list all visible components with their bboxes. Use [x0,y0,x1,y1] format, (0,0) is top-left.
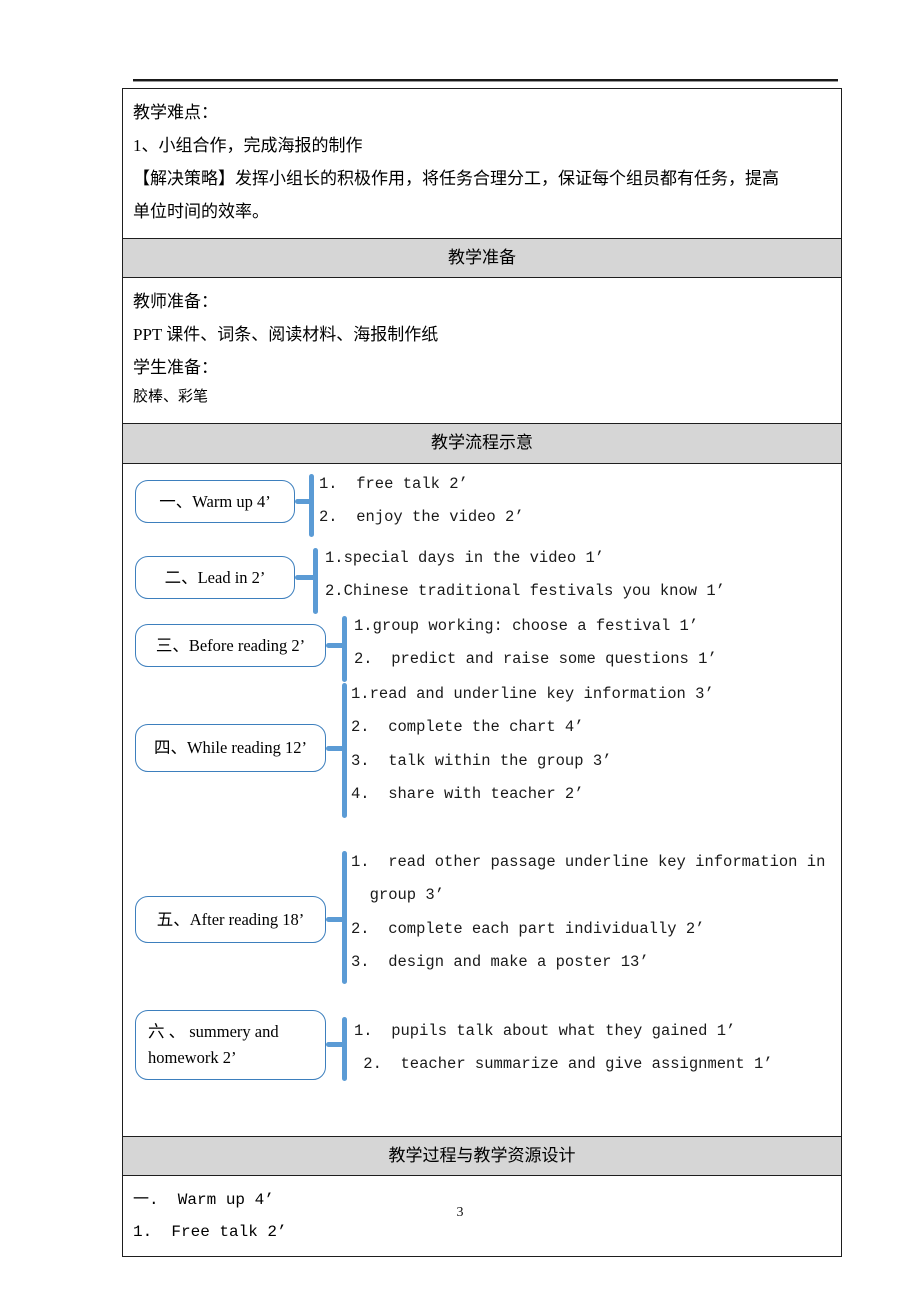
flow-box-before-reading-label: 三、Before reading 2’ [155,635,306,655]
flow-box-before-reading[interactable]: 三、Before reading 2’ [135,623,326,667]
prep-body-cell: 教师准备： PPT 课件、词条、阅读材料、海报制作纸 学生准备： 胶棒、彩笔 [122,277,842,425]
flow-box-while-reading-label: 四、While reading 12’ [153,738,308,758]
page-number: 3 [456,1205,464,1220]
flow-box-while-reading[interactable]: 四、While reading 12’ [135,723,326,772]
table-row-flow-header: 教学流程示意 [122,423,842,464]
flow-item-2-1: 1.special days in the video 1’ [325,548,605,567]
table-row-process-header: 教学过程与教学资源设计 [122,1135,842,1177]
flow-item-5-1-cont: group 3’ [351,885,445,904]
flow-section-title: 教学流程示意 [123,424,841,463]
flow-item-3-2: 2. predict and raise some questions 1’ [354,649,717,668]
flow-item-1-1: 1. free talk 2’ [319,474,468,493]
student-prep-items: 胶棒、彩笔 [133,389,209,406]
flow-item-4-3: 3. talk within the group 3’ [351,751,612,770]
flow-box-summery-homework[interactable]: 六 、 summery and homework 2’ [135,1009,326,1080]
difficulty-title: 教学难点： [133,103,218,122]
difficulty-cell: 教学难点： 1、小组合作，完成海报的制作 【解决策略】发挥小组长的积极作用，将任… [122,88,842,239]
flow-box-summery-label-line1: 六 、 summery and [148,1021,279,1041]
flow-box-summery-label-line2: homework 2’ [148,1048,237,1068]
flow-connector-bar-1 [309,473,314,537]
flow-item-4-1: 1.read and underline key information 3’ [351,684,714,703]
flow-connector-bar-6 [342,1016,347,1081]
document-page: 教学难点： 1、小组合作，完成海报的制作 【解决策略】发挥小组长的积极作用，将任… [0,0,920,1302]
table-row-prep-header: 教学准备 [122,237,842,279]
flow-connector-bar-5 [342,850,347,984]
flow-item-5-2: 2. complete each part individually 2’ [351,919,705,938]
flow-diagram: 一、Warm up 4’ 1. free talk 2’ 2. enjoy th… [123,464,841,1136]
student-prep-label: 学生准备： [133,358,218,378]
process-section-title: 教学过程与教学资源设计 [123,1136,841,1176]
lesson-plan-table: 教学难点： 1、小组合作，完成海报的制作 【解决策略】发挥小组长的积极作用，将任… [122,88,842,1258]
flow-connector-bar-4 [342,682,347,818]
flow-item-6-2: 2. teacher summarize and give assignment… [354,1054,773,1073]
teacher-prep-items: PPT 课件、词条、阅读材料、海报制作纸 [133,325,439,345]
process-line-2: 1. Free talk 2’ [133,1223,287,1242]
prep-section-title: 教学准备 [123,238,841,278]
flow-box-after-reading[interactable]: 五、After reading 18’ [135,895,326,943]
flow-connector-bar-2 [313,547,318,614]
flow-item-6-1: 1. pupils talk about what they gained 1’ [354,1021,736,1040]
flow-item-5-1: 1. read other passage underline key info… [351,852,826,871]
flow-header-cell: 教学流程示意 [122,423,842,464]
flow-item-5-3: 3. design and make a poster 13’ [351,952,649,971]
difficulty-point-1: 1、小组合作，完成海报的制作 [133,136,363,156]
process-header-cell: 教学过程与教学资源设计 [122,1135,842,1177]
flow-item-4-4: 4. share with teacher 2’ [351,784,584,803]
flow-connector-bar-3 [342,615,347,682]
flow-item-4-2: 2. complete the chart 4’ [351,717,584,736]
table-row-difficulty: 教学难点： 1、小组合作，完成海报的制作 【解决策略】发挥小组长的积极作用，将任… [122,88,842,239]
flow-item-2-2: 2.Chinese traditional festivals you know… [325,581,725,600]
difficulty-strategy-line-1: 【解决策略】发挥小组长的积极作用，将任务合理分工，保证每个组员都有任务，提高 [133,169,779,189]
flow-diagram-cell: 一、Warm up 4’ 1. free talk 2’ 2. enjoy th… [122,462,842,1137]
page-header-rule [133,79,838,82]
prep-header-cell: 教学准备 [122,237,842,279]
difficulty-strategy-line-2: 单位时间的效率。 [133,202,269,222]
flow-box-warm-up[interactable]: 一、Warm up 4’ [135,479,295,523]
table-row-prep-body: 教师准备： PPT 课件、词条、阅读材料、海报制作纸 学生准备： 胶棒、彩笔 [122,277,842,425]
table-row-flow-diagram: 一、Warm up 4’ 1. free talk 2’ 2. enjoy th… [122,462,842,1137]
flow-item-1-2: 2. enjoy the video 2’ [319,507,524,526]
flow-box-lead-in-label: 二、Lead in 2’ [164,567,266,587]
flow-item-3-1: 1.group working: choose a festival 1’ [354,616,699,635]
teacher-prep-label: 教师准备： [133,292,218,312]
flow-box-lead-in[interactable]: 二、Lead in 2’ [135,555,295,599]
flow-box-warm-up-label: 一、Warm up 4’ [159,491,271,511]
flow-box-after-reading-label: 五、After reading 18’ [156,909,305,929]
